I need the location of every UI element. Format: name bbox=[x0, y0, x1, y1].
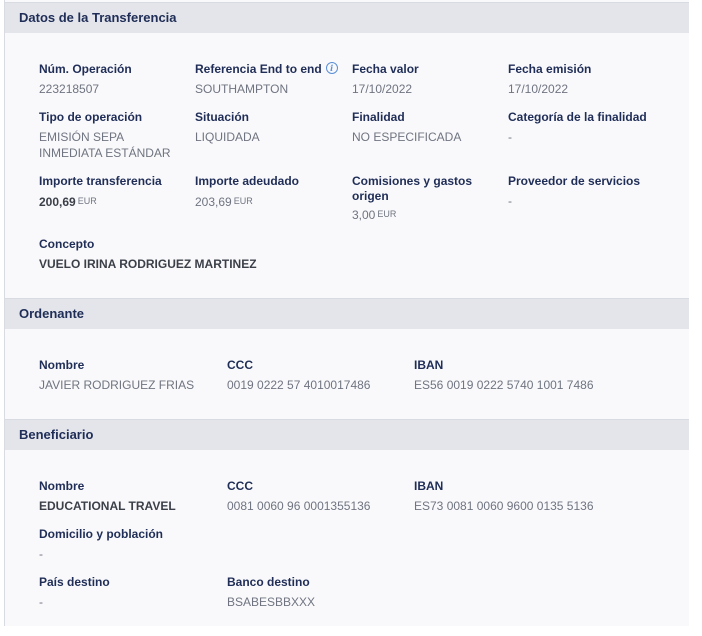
beneficiario-ccc-value: 0081 0060 96 0001355136 bbox=[227, 499, 371, 513]
fecha-emision-field: Fecha emisión 17/10/2022 bbox=[508, 62, 591, 97]
referencia-field: Referencia End to end i SOUTHAMPTON bbox=[195, 62, 338, 97]
ordenante-nombre-value: JAVIER RODRIGUEZ FRIAS bbox=[39, 378, 195, 392]
comisiones-currency: EUR bbox=[377, 209, 397, 219]
finalidad-field: Finalidad NO ESPECIFICADA bbox=[352, 110, 461, 145]
fecha-emision-label: Fecha emisión bbox=[508, 62, 592, 76]
importe-adeudado-label: Importe adeudado bbox=[195, 174, 300, 188]
comisiones-field: Comisiones y gastos origen 3,00 EUR bbox=[352, 174, 492, 223]
beneficiario-iban-field: IBAN ES73 0081 0060 9600 0135 5136 bbox=[414, 479, 594, 514]
domicilio-field: Domicilio y población - bbox=[39, 527, 163, 562]
ordenante-ccc-value: 0019 0222 57 4010017486 bbox=[227, 378, 371, 392]
ordenante-iban-field: IBAN ES56 0019 0222 5740 1001 7486 bbox=[414, 358, 594, 393]
importe-adeudado-currency: EUR bbox=[233, 196, 253, 206]
beneficiario-nombre-label: Nombre bbox=[39, 479, 85, 493]
beneficiario-iban-value: ES73 0081 0060 9600 0135 5136 bbox=[414, 499, 594, 513]
categoria-finalidad-field: Categoría de la finalidad - bbox=[508, 110, 647, 145]
fecha-emision-value: 17/10/2022 bbox=[508, 82, 569, 96]
ordenante-nombre-field: Nombre JAVIER RODRIGUEZ FRIAS bbox=[39, 358, 194, 393]
fecha-valor-field: Fecha valor 17/10/2022 bbox=[352, 62, 419, 97]
proveedor-label: Proveedor de servicios bbox=[508, 174, 641, 188]
page-footer-space bbox=[0, 626, 702, 636]
referencia-label: Referencia End to end bbox=[195, 62, 322, 76]
tipo-operacion-field: Tipo de operación EMISIÓN SEPA INMEDIATA… bbox=[39, 110, 189, 161]
ordenante-nombre-label: Nombre bbox=[39, 358, 85, 372]
pais-destino-label: País destino bbox=[39, 575, 110, 589]
ordenante-title: Ordenante bbox=[19, 306, 85, 321]
ordenante-ccc-field: CCC 0019 0222 57 4010017486 bbox=[227, 358, 370, 393]
importe-transferencia-label: Importe transferencia bbox=[39, 174, 162, 188]
concepto-label: Concepto bbox=[39, 237, 95, 251]
tipo-operacion-label: Tipo de operación bbox=[39, 110, 143, 124]
beneficiario-header: Beneficiario bbox=[5, 419, 689, 450]
pais-destino-field: País destino - bbox=[39, 575, 110, 610]
categoria-finalidad-value: - bbox=[508, 130, 512, 144]
ordenante-iban-value: ES56 0019 0222 5740 1001 7486 bbox=[414, 378, 594, 392]
banco-destino-field: Banco destino BSABESBBXXX bbox=[227, 575, 315, 610]
num-operacion-value: 223218507 bbox=[39, 82, 100, 96]
beneficiario-iban-label: IBAN bbox=[414, 479, 444, 493]
importe-transferencia-currency: EUR bbox=[77, 196, 97, 206]
ordenante-ccc-label: CCC bbox=[227, 358, 253, 372]
tipo-operacion-value: EMISIÓN SEPA INMEDIATA ESTÁNDAR bbox=[39, 130, 171, 160]
concepto-value: VUELO IRINA RODRIGUEZ MARTINEZ bbox=[39, 257, 257, 271]
ordenante-header: Ordenante bbox=[5, 298, 689, 329]
concepto-field: Concepto VUELO IRINA RODRIGUEZ MARTINEZ bbox=[39, 237, 257, 272]
transfer-data-header: Datos de la Transferencia bbox=[5, 2, 689, 33]
pais-destino-value: - bbox=[39, 595, 43, 609]
importe-transferencia-value: 200,69 bbox=[39, 195, 76, 209]
proveedor-field: Proveedor de servicios - bbox=[508, 174, 640, 209]
finalidad-value: NO ESPECIFICADA bbox=[352, 130, 462, 144]
situacion-value: LIQUIDADA bbox=[195, 130, 260, 144]
domicilio-value: - bbox=[39, 547, 43, 561]
referencia-value: SOUTHAMPTON bbox=[195, 82, 289, 96]
comisiones-label: Comisiones y gastos origen bbox=[352, 174, 473, 203]
domicilio-label: Domicilio y población bbox=[39, 527, 164, 541]
banco-destino-label: Banco destino bbox=[227, 575, 310, 589]
categoria-finalidad-label: Categoría de la finalidad bbox=[508, 110, 647, 124]
importe-transferencia-field: Importe transferencia 200,69 EUR bbox=[39, 174, 162, 210]
situacion-field: Situación LIQUIDADA bbox=[195, 110, 260, 145]
fecha-valor-label: Fecha valor bbox=[352, 62, 419, 76]
situacion-label: Situación bbox=[195, 110, 250, 124]
transfer-data-title: Datos de la Transferencia bbox=[19, 10, 177, 25]
beneficiario-nombre-field: Nombre EDUCATIONAL TRAVEL bbox=[39, 479, 176, 514]
comisiones-value: 3,00 bbox=[352, 208, 376, 222]
transfer-details-panel: Datos de la Transferencia Núm. Operación… bbox=[4, 0, 689, 626]
fecha-valor-value: 17/10/2022 bbox=[352, 82, 413, 96]
num-operacion-field: Núm. Operación 223218507 bbox=[39, 62, 132, 97]
beneficiario-ccc-field: CCC 0081 0060 96 0001355136 bbox=[227, 479, 370, 514]
ordenante-iban-label: IBAN bbox=[414, 358, 444, 372]
num-operacion-label: Núm. Operación bbox=[39, 62, 132, 76]
beneficiario-title: Beneficiario bbox=[19, 427, 94, 442]
beneficiario-ccc-label: CCC bbox=[227, 479, 253, 493]
beneficiario-nombre-value: EDUCATIONAL TRAVEL bbox=[39, 499, 176, 513]
banco-destino-value: BSABESBBXXX bbox=[227, 595, 316, 609]
proveedor-value: - bbox=[508, 194, 512, 208]
importe-adeudado-value: 203,69 bbox=[195, 195, 232, 209]
importe-adeudado-field: Importe adeudado 203,69 EUR bbox=[195, 174, 299, 210]
info-icon[interactable]: i bbox=[325, 62, 338, 74]
finalidad-label: Finalidad bbox=[352, 110, 405, 124]
